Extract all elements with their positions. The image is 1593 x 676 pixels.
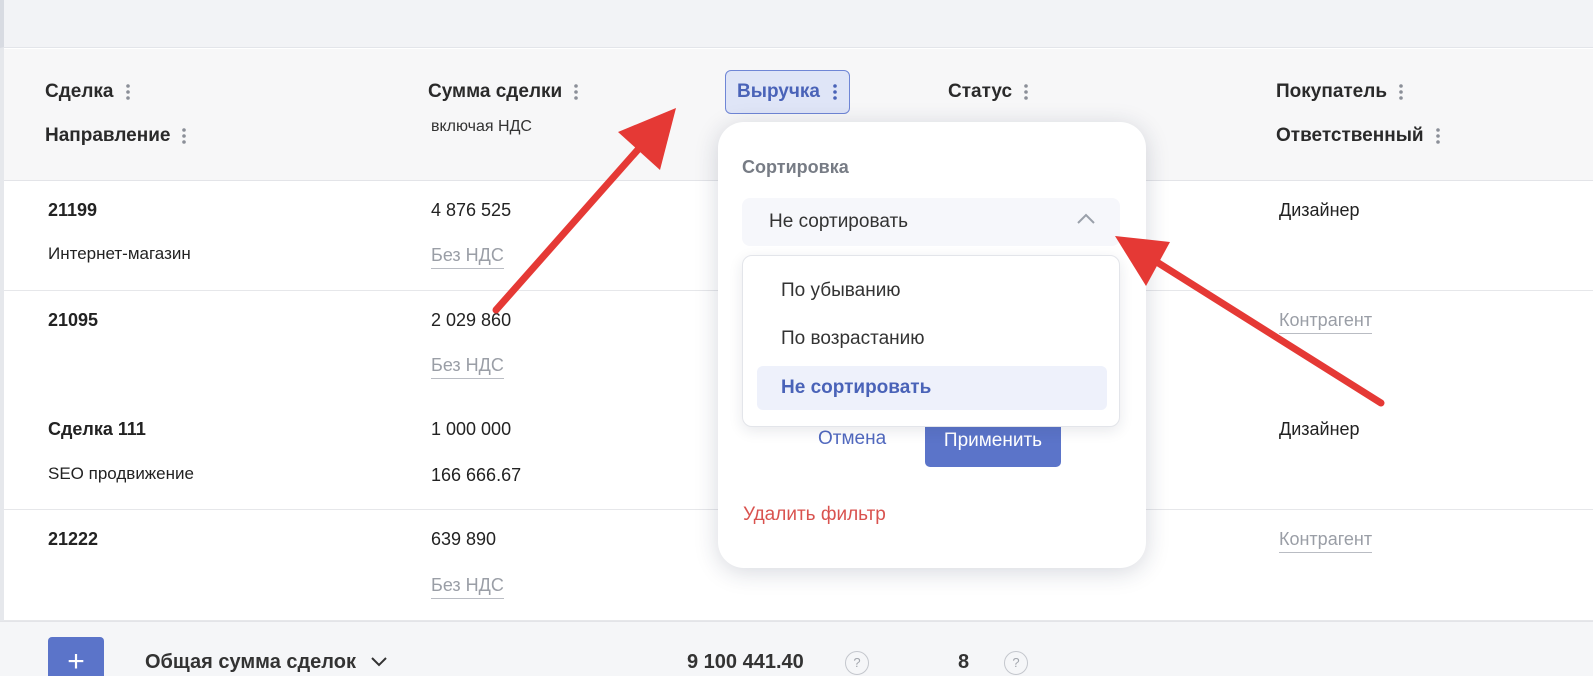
header-deal[interactable]: Сделка [45, 81, 130, 103]
deal-id[interactable]: Сделка 111 [48, 419, 146, 440]
header-revenue-label: Выручка [737, 81, 820, 102]
kebab-menu-icon[interactable] [574, 83, 579, 101]
apply-button[interactable]: Применить [925, 420, 1061, 467]
header-responsible[interactable]: Ответственный [1276, 125, 1440, 147]
buyer-link[interactable]: Контрагент [1279, 529, 1373, 553]
buyer-link[interactable]: Контрагент [1279, 310, 1373, 334]
header-amount-sub: включая НДС [431, 118, 532, 135]
buyer-name[interactable]: Дизайнер [1279, 200, 1360, 221]
vat-link[interactable]: Без НДС [431, 355, 504, 379]
header-revenue[interactable]: Выручка [725, 70, 850, 114]
header-direction[interactable]: Направление [45, 125, 187, 147]
buyer-name[interactable]: Дизайнер [1279, 419, 1360, 440]
header-amount-label: Сумма сделки [428, 81, 563, 102]
deal-direction: SEO продвижение [48, 464, 194, 483]
sort-option-desc[interactable]: По убыванию [757, 269, 1107, 313]
header-deal-label: Сделка [45, 81, 114, 102]
kebab-menu-icon[interactable] [1435, 127, 1440, 145]
deal-id[interactable]: 21222 [48, 529, 98, 550]
deal-amount: 4 876 525 [431, 200, 512, 220]
sort-select-value: Не сортировать [769, 211, 909, 232]
help-icon[interactable]: ? [845, 651, 869, 675]
total-label[interactable]: Общая сумма сделок [145, 651, 388, 674]
deal-direction: Интернет-магазин [48, 244, 191, 263]
kebab-menu-icon[interactable] [125, 83, 130, 101]
chevron-down-icon[interactable] [370, 656, 388, 668]
deal-amount: 1 000 000 [431, 419, 512, 439]
delete-filter-link[interactable]: Удалить фильтр [743, 504, 886, 526]
sort-options-list: По убыванию По возрастанию Не сортироват… [742, 255, 1120, 427]
help-icon[interactable]: ? [1004, 651, 1028, 675]
total-label-text: Общая сумма сделок [145, 651, 356, 673]
deal-id[interactable]: 21095 [48, 310, 98, 331]
kebab-menu-icon[interactable] [1399, 83, 1403, 101]
vat-link[interactable]: Без НДС [431, 245, 504, 269]
deal-id[interactable]: 21199 [48, 200, 97, 221]
sort-option-none[interactable]: Не сортировать [757, 366, 1107, 410]
popup-title: Сортировка [742, 157, 849, 177]
kebab-menu-icon[interactable] [1024, 83, 1028, 101]
sort-select[interactable]: Не сортировать [742, 198, 1120, 246]
cancel-button[interactable]: Отмена [818, 428, 886, 450]
kebab-menu-icon[interactable] [833, 83, 837, 101]
deal-amount: 639 890 [431, 529, 497, 549]
total-value: 9 100 441.40 [687, 651, 804, 673]
add-button[interactable]: + [48, 637, 104, 676]
header-amount[interactable]: Сумма сделки [428, 81, 579, 103]
header-direction-label: Направление [45, 125, 171, 146]
header-responsible-label: Ответственный [1276, 125, 1424, 146]
count-value: 8 [958, 651, 970, 673]
kebab-menu-icon[interactable] [182, 127, 187, 145]
header-status-label: Статус [948, 81, 1013, 102]
header-buyer-label: Покупатель [1276, 81, 1388, 102]
deal-vat-amount: 166 666.67 [431, 465, 522, 485]
vat-link[interactable]: Без НДС [431, 575, 504, 599]
chevron-up-icon[interactable] [1076, 212, 1096, 226]
sort-option-asc[interactable]: По возрастанию [757, 317, 1107, 361]
header-buyer[interactable]: Покупатель [1276, 81, 1403, 103]
top-bar [0, 0, 1593, 48]
deal-amount: 2 029 860 [431, 310, 512, 330]
header-status[interactable]: Статус [948, 81, 1028, 103]
